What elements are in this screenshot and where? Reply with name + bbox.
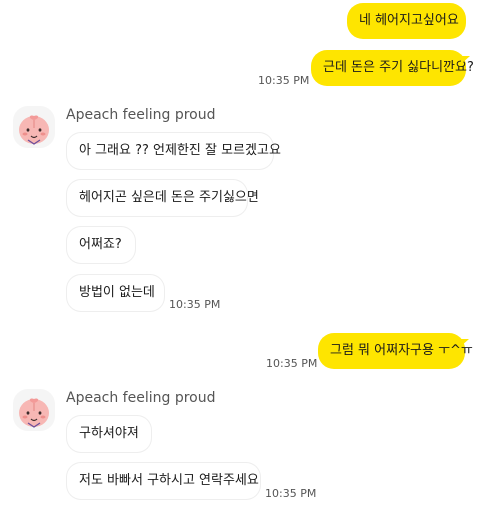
message-time: 10:35 PM xyxy=(258,74,310,87)
message-text: 헤어지곤 싶은데 돈은 주기싫으면 xyxy=(79,190,259,205)
apeach-avatar-icon[interactable] xyxy=(13,106,55,148)
my-message-bubble[interactable]: 근데 돈은 주기 싫다니깐요? xyxy=(311,50,474,86)
their-message-bubble[interactable]: 구하셔야져 xyxy=(67,416,151,452)
my-message-bubble[interactable]: 네 헤어지고싶어요 xyxy=(347,3,466,39)
sender-name: Apeach feeling proud xyxy=(66,107,216,123)
their-message-bubble[interactable]: 저도 바빠서 구하시고 연락주세요 xyxy=(67,463,260,499)
message-text: 그럼 뭐 어쩌자구용 ㅜ^ㅠ xyxy=(330,343,473,358)
message-text: 근데 돈은 주기 싫다니깐요? xyxy=(323,60,474,75)
message-text: 방법이 없는데 xyxy=(79,285,155,300)
their-message-bubble[interactable]: 아 그래요 ?? 언제한진 잘 모르겠고요 xyxy=(67,133,281,169)
apeach-avatar-icon[interactable] xyxy=(13,389,55,431)
message-text: 어쩌죠? xyxy=(79,237,122,252)
sender-name: Apeach feeling proud xyxy=(66,390,216,406)
message-time: 10:35 PM xyxy=(265,487,317,500)
their-message-bubble[interactable]: 헤어지곤 싶은데 돈은 주기싫으면 xyxy=(67,180,259,216)
their-message-bubble[interactable]: 어쩌죠? xyxy=(67,227,135,263)
message-text: 아 그래요 ?? 언제한진 잘 모르겠고요 xyxy=(79,143,281,158)
bubble-tail xyxy=(461,56,470,64)
message-time: 10:35 PM xyxy=(169,298,221,311)
message-text: 네 헤어지고싶어요 xyxy=(359,13,459,28)
their-message-bubble[interactable]: 방법이 없는데 xyxy=(67,275,164,311)
message-time: 10:35 PM xyxy=(266,357,318,370)
my-message-bubble[interactable]: 그럼 뭐 어쩌자구용 ㅜ^ㅠ xyxy=(318,333,473,369)
message-text: 구하셔야져 xyxy=(79,426,139,441)
bubble-tail xyxy=(460,339,469,347)
message-text: 저도 바빠서 구하시고 연락주세요 xyxy=(79,473,259,488)
